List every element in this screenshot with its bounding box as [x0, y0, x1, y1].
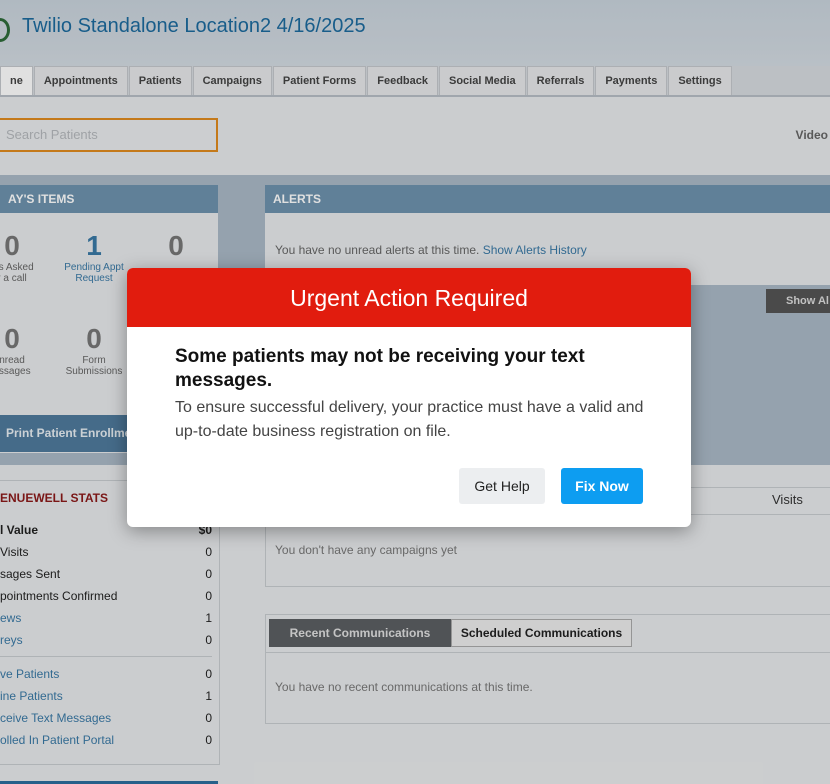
fix-now-button[interactable]: Fix Now [561, 468, 643, 504]
urgent-action-modal: Urgent Action Required Some patients may… [127, 268, 691, 527]
modal-heading: Some patients may not be receiving your … [175, 346, 585, 391]
get-help-button[interactable]: Get Help [459, 468, 545, 504]
modal-title: Urgent Action Required [127, 268, 691, 327]
modal-body: To ensure successful delivery, your prac… [175, 399, 644, 440]
